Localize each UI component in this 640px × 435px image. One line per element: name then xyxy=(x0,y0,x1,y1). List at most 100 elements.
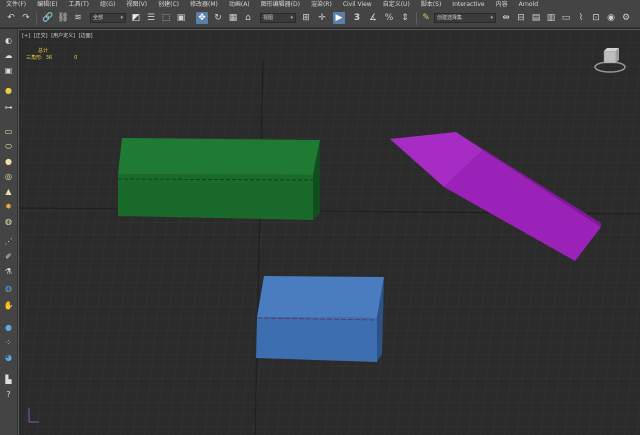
material-editor-icon[interactable]: ◉ xyxy=(605,12,617,24)
tube-primitive-icon[interactable]: ◍ xyxy=(3,216,14,227)
3dsmax-window: 文件(F) 编辑(E) 工具(T) 组(G) 视图(V) 创建(C) 修改器(M… xyxy=(0,0,640,435)
chevron-down-icon: ▾ xyxy=(490,15,493,21)
angle-snap-icon[interactable]: ∡ xyxy=(367,12,379,24)
menu-edit[interactable]: 编辑(E) xyxy=(37,0,57,9)
viewport-shading-label[interactable]: [边面] xyxy=(79,33,93,39)
perspective-viewport[interactable]: [+] [正交] [用户定义] [边面] 总计 三角形: 36 0 xyxy=(18,29,640,435)
camera-icon[interactable]: ⊶ xyxy=(3,102,14,113)
viewcube-ring xyxy=(594,61,626,73)
menu-bar: 文件(F) 编辑(E) 工具(T) 组(G) 视图(V) 创建(C) 修改器(M… xyxy=(0,0,640,9)
left-toolbar: ◐ ☁ ▣ ● ⊶ ▭ ⬭ ● ◎ ▲ ✸ ◍ ⋰ ✐ ⚗ ◍ ✋ ● ⁘ ◕ … xyxy=(0,29,18,435)
render-setup-icon[interactable]: ⚙ xyxy=(620,12,632,24)
cylinder-primitive-icon[interactable]: ⬭ xyxy=(3,141,14,152)
stats-triangles-label: 三角形: xyxy=(26,55,43,61)
globe-icon[interactable]: ◍ xyxy=(3,283,14,294)
bind-space-warp-icon[interactable]: ≋ xyxy=(72,12,84,24)
ribbon-icon[interactable]: ▭ xyxy=(560,12,572,24)
sphere-primitive-icon[interactable]: ● xyxy=(3,156,14,167)
stats-total-label: 总计 xyxy=(38,48,49,54)
select-manipulate-icon[interactable]: ✛ xyxy=(316,12,328,24)
named-selection-dropdown[interactable]: 创建选择集 ▾ xyxy=(434,13,496,23)
viewcube[interactable] xyxy=(593,45,627,75)
rect-selection-region-icon[interactable]: ⬚ xyxy=(160,12,172,24)
stats-triangles-total: 0 xyxy=(74,55,78,61)
select-by-name-icon[interactable]: ☰ xyxy=(145,12,157,24)
box-primitive-icon[interactable]: ▭ xyxy=(3,126,14,137)
menu-arnold[interactable]: Arnold xyxy=(519,0,538,9)
green-box-top xyxy=(118,138,320,175)
utility-icon[interactable]: ▙ xyxy=(3,374,14,385)
named-selection-placeholder: 创建选择集 xyxy=(437,15,463,21)
cloud-icon[interactable]: ☁ xyxy=(3,50,14,61)
menu-animation[interactable]: 动画(A) xyxy=(229,0,250,9)
blue-box[interactable] xyxy=(256,276,384,362)
menu-civil-view[interactable]: Civil View xyxy=(343,0,372,9)
menu-create[interactable]: 创建(C) xyxy=(158,0,179,9)
viewport-label[interactable]: [+] [正交] [用户定义] [边面] xyxy=(22,32,95,39)
menu-content[interactable]: 内容 xyxy=(496,0,508,9)
viewport-menu-label[interactable]: [+] xyxy=(22,33,30,39)
undo-icon[interactable]: ↶ xyxy=(5,12,17,24)
link-icon[interactable]: 🔗 xyxy=(42,12,54,24)
main-toolbar: ↶ ↷ 🔗 ⛓ ≋ 全部 ▾ ◩ ☰ ⬚ ▣ ✥ ↻ ▦ ⌂ 视图 ▾ ⊞ ✛ … xyxy=(0,9,640,28)
select-rotate-icon[interactable]: ↻ xyxy=(212,12,224,24)
schematic-view-icon[interactable]: ⊡ xyxy=(590,12,602,24)
redo-icon[interactable]: ↷ xyxy=(20,12,32,24)
unlink-icon[interactable]: ⛓ xyxy=(57,12,69,24)
selection-filter-dropdown[interactable]: 全部 ▾ xyxy=(90,13,126,23)
paint-icon[interactable]: ✐ xyxy=(3,251,14,262)
mirror-icon[interactable]: ⇹ xyxy=(500,12,512,24)
select-object-icon[interactable]: ◩ xyxy=(130,12,142,24)
keyboard-shortcut-override-icon[interactable]: ▶ xyxy=(333,12,345,24)
image-icon[interactable]: ▣ xyxy=(3,65,14,76)
window-crossing-icon[interactable]: ▣ xyxy=(175,12,187,24)
blue-box-front xyxy=(256,317,377,362)
viewport-pov-label[interactable]: [正交] xyxy=(34,33,48,39)
viewcube-face[interactable] xyxy=(603,50,617,64)
cone-primitive-icon[interactable]: ▲ xyxy=(3,186,14,197)
sphere-create-icon[interactable]: ◐ xyxy=(3,35,14,46)
stairs-icon[interactable]: ⋰ xyxy=(3,236,14,247)
hand-icon[interactable]: ✋ xyxy=(3,300,14,311)
geosphere-primitive-icon[interactable]: ✸ xyxy=(3,201,14,212)
chevron-down-icon: ▾ xyxy=(290,15,293,21)
material-sphere-icon[interactable]: ● xyxy=(3,322,14,333)
torus-primitive-icon[interactable]: ◎ xyxy=(3,171,14,182)
menu-rendering[interactable]: 渲染(R) xyxy=(311,0,332,9)
curve-editor-icon[interactable]: ⌇ xyxy=(575,12,587,24)
green-box[interactable] xyxy=(117,138,320,220)
menu-interactive[interactable]: Interactive xyxy=(452,0,484,9)
edit-named-selection-icon[interactable]: ✎ xyxy=(420,12,432,24)
snap-3d-icon[interactable]: 3 xyxy=(351,12,363,24)
toggle-layer-explorer-icon[interactable]: ▥ xyxy=(545,12,557,24)
reference-coord-dropdown[interactable]: 视图 ▾ xyxy=(260,13,296,23)
hierarchy-icon[interactable]: ⚗ xyxy=(3,266,14,277)
viewport-user-label[interactable]: [用户定义] xyxy=(51,33,75,39)
light-bulb-icon[interactable]: ● xyxy=(3,85,14,96)
toggle-scene-explorer-icon[interactable]: ▤ xyxy=(530,12,542,24)
use-pivot-center-icon[interactable]: ⊞ xyxy=(300,12,312,24)
chevron-down-icon: ▾ xyxy=(120,15,123,21)
select-move-icon[interactable]: ✥ xyxy=(196,12,208,24)
menu-views[interactable]: 视图(V) xyxy=(126,0,147,9)
viewport-grid xyxy=(19,30,640,435)
object-paint-icon[interactable]: ◕ xyxy=(3,352,14,363)
select-scale-icon[interactable]: ▦ xyxy=(227,12,239,24)
spinner-snap-icon[interactable]: ⇕ xyxy=(399,12,411,24)
menu-file[interactable]: 文件(F) xyxy=(6,0,26,9)
menu-graph-editors[interactable]: 图形编辑器(D) xyxy=(261,0,300,9)
green-box-front xyxy=(118,174,313,220)
menu-scripting[interactable]: 脚本(S) xyxy=(421,0,442,9)
blue-box-top xyxy=(257,276,384,318)
align-icon[interactable]: ⊟ xyxy=(515,12,527,24)
menu-tools[interactable]: 工具(T) xyxy=(69,0,89,9)
menu-modifiers[interactable]: 修改器(M) xyxy=(190,0,218,9)
help-icon[interactable]: ? xyxy=(3,389,14,400)
percent-snap-icon[interactable]: % xyxy=(383,12,395,24)
stats-triangles-value: 36 xyxy=(45,55,53,61)
select-place-icon[interactable]: ⌂ xyxy=(242,12,254,24)
particles-icon[interactable]: ⁘ xyxy=(3,337,14,348)
reference-coord-value: 视图 xyxy=(263,15,274,21)
menu-customize[interactable]: 自定义(U) xyxy=(383,0,410,9)
menu-group[interactable]: 组(G) xyxy=(100,0,115,9)
